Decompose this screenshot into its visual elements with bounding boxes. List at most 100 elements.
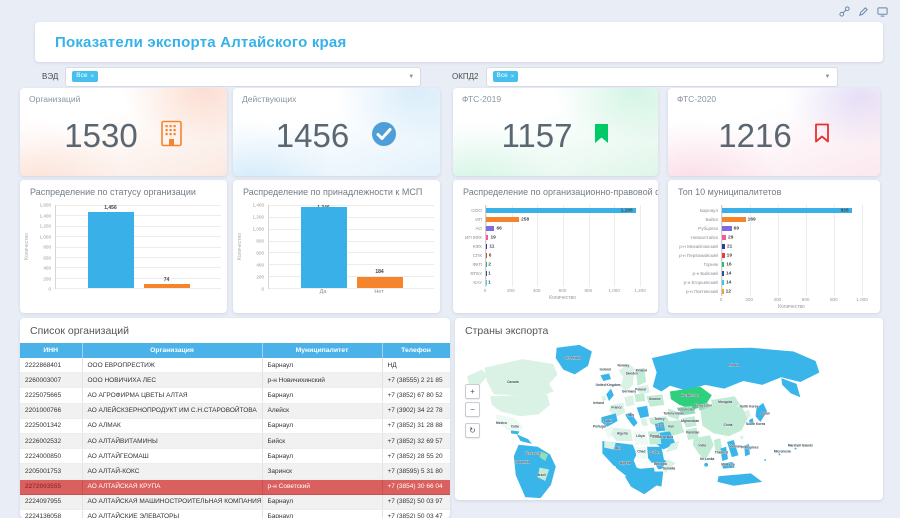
bar[interactable] xyxy=(486,208,636,214)
bar[interactable] xyxy=(722,208,852,214)
country-label: United Kingdom xyxy=(596,383,621,387)
table-row[interactable]: 2225075665АО АГРОФИРМА ЦВЕТЫ АЛТАЯБарнау… xyxy=(20,388,450,403)
bar[interactable] xyxy=(357,277,403,288)
table-row[interactable]: 2226002532АО АЛТАЙВИТАМИНЫБийск+7 (3852)… xyxy=(20,433,450,448)
world-map[interactable]: CanadaGreenlandIcelandNorwaySwedenFinlan… xyxy=(455,342,883,500)
y-axis-title: Количество xyxy=(24,205,33,289)
bar[interactable] xyxy=(486,226,494,232)
country-label: Ethiopia xyxy=(654,462,667,466)
y-axis-title: Количество xyxy=(237,205,246,289)
bar[interactable] xyxy=(88,212,134,288)
y-axis-ticks: 1,6001,4001,2001,0008006004002000 xyxy=(33,205,55,289)
bar[interactable] xyxy=(722,235,726,241)
map-zoom-in-button[interactable]: + xyxy=(465,384,480,399)
table-row[interactable]: 2224136058АО АЛТАЙСКИЕ ЭЛЕВАТОРЫБарнаул+… xyxy=(20,509,450,518)
filter-ved-select[interactable]: Все × ▼ xyxy=(65,67,421,87)
bar-value-label: 69 xyxy=(734,226,739,231)
table-row[interactable]: 2224097955АО АЛТАЙСКАЯ МАШИНОСТРОИТЕЛЬНА… xyxy=(20,494,450,509)
category-labels: ОООИПАОИП КФХКФХСПКФКПФГБУКАУ xyxy=(459,205,485,287)
organizations-table-card: Список организаций ИННОрганизацияМуницип… xyxy=(20,318,450,518)
bar[interactable] xyxy=(486,244,487,250)
bar[interactable] xyxy=(722,244,725,250)
tv-mode-icon[interactable] xyxy=(877,4,888,22)
x-axis-ticks: 02004006008001,0001,200 xyxy=(485,287,640,295)
map-zoom-out-button[interactable]: − xyxy=(465,402,480,417)
map-reset-button[interactable]: ↻ xyxy=(465,423,480,438)
bar[interactable] xyxy=(722,280,724,286)
bar-value-label: 11 xyxy=(489,244,494,249)
category-label: ИП xyxy=(459,215,485,224)
table-title: Список организаций xyxy=(20,318,450,343)
table-cell: +7 (3854) 30 66 04 xyxy=(382,479,450,494)
country-label: Colombia xyxy=(515,460,530,464)
category-label: Новоалтайск xyxy=(674,233,721,242)
table-cell: 2260003007 xyxy=(20,373,82,388)
table-row[interactable]: 2225001342АО АЛМАКБарнаул+7 (3852) 31 28… xyxy=(20,418,450,433)
table-cell: Барнаул xyxy=(262,449,382,464)
chevron-down-icon[interactable]: ▼ xyxy=(408,74,414,80)
country-label: Spain xyxy=(604,419,613,423)
country-label: Sudan xyxy=(650,450,660,454)
bar[interactable] xyxy=(144,284,190,288)
table-row[interactable]: 2201000766АО АЛЕЙСКЗЕРНОПРОДУКТ ИМ С.Н.С… xyxy=(20,403,450,418)
filter-chip[interactable]: Все × xyxy=(493,71,519,82)
bar[interactable] xyxy=(722,271,724,277)
plot-area: 1,346184 xyxy=(268,205,434,289)
edit-pencil-icon[interactable] xyxy=(858,4,869,22)
chart-msp-card: Распределение по принадлежности к МСП Ко… xyxy=(233,180,440,313)
bar[interactable] xyxy=(722,262,724,268)
kpi-value: 1216 xyxy=(718,117,791,155)
table-cell: +7 (3852) 50 03 47 xyxy=(382,509,450,518)
table-column-header[interactable]: Организация xyxy=(82,343,262,358)
filter-chip[interactable]: Все × xyxy=(72,71,98,82)
category-label: КФХ xyxy=(459,242,485,251)
kpi-label: ФТС-2020 xyxy=(677,94,716,104)
table-cell: 2224097955 xyxy=(20,494,82,509)
export-countries-map-card: Страны экспорта +−↻ xyxy=(455,318,883,500)
check-circle-icon xyxy=(371,121,397,152)
category-label: р-н Бийский xyxy=(674,269,721,278)
table-cell: АО АЛТАЙСКИЕ ЭЛЕВАТОРЫ xyxy=(82,509,262,518)
bar-value-label: 66 xyxy=(496,226,501,231)
country-label: Portugal xyxy=(593,425,606,429)
chip-close-icon[interactable]: × xyxy=(90,74,94,80)
table-cell: р-н Новичихинский xyxy=(262,373,382,388)
x-axis-label: Да xyxy=(300,289,346,299)
table-cell: +7 (3902) 34 22 78 xyxy=(382,403,450,418)
table-cell: Барнаул xyxy=(262,388,382,403)
table-cell: Бийск xyxy=(262,433,382,448)
country-label: Afghanistan xyxy=(681,419,700,423)
x-axis-title: Количество xyxy=(485,295,640,303)
table-row[interactable]: 2260003007ООО НОВИЧИХА ЛЕСр-н Новичихинс… xyxy=(20,373,450,388)
country-label: Japan xyxy=(760,411,769,415)
country-label: South Korea xyxy=(746,422,765,426)
table-row[interactable]: 2272003555АО АЛТАЙСКАЯ КРУПАр-н Советски… xyxy=(20,479,450,494)
bar[interactable] xyxy=(722,217,746,223)
table-column-header[interactable]: ИНН xyxy=(20,343,82,358)
bar[interactable] xyxy=(486,253,487,259)
filter-okpd2-select[interactable]: Все × ▼ xyxy=(486,67,838,87)
table-column-header[interactable]: Телефон xyxy=(382,343,450,358)
table-row[interactable]: 2224000850АО АЛТАЙГЕОМАШБарнаул+7 (3852)… xyxy=(20,449,450,464)
bar[interactable] xyxy=(722,226,732,232)
table-cell: 2225075665 xyxy=(20,388,82,403)
connections-icon[interactable] xyxy=(839,4,850,22)
chip-close-icon[interactable]: × xyxy=(511,74,515,80)
table-row[interactable]: 2222868401ООО ЕВРОПРЕСТИЖБарнаулНД xyxy=(20,358,450,373)
bar[interactable] xyxy=(486,235,488,241)
bar[interactable] xyxy=(301,207,347,288)
kpi-card-organizations: Организаций 1530 xyxy=(20,88,227,176)
bar-value-label: 19 xyxy=(490,235,495,240)
bar[interactable] xyxy=(486,217,519,223)
country-label: Micronesia xyxy=(774,449,791,453)
table-row[interactable]: 2205001753АО АЛТАЙ-КОКСЗаринск+7 (38595)… xyxy=(20,464,450,479)
bar[interactable] xyxy=(722,253,725,259)
table-header-row: ИННОрганизацияМуниципалитетТелефон xyxy=(20,343,450,358)
table-cell: 2226002532 xyxy=(20,433,82,448)
bar-value-label: 14 xyxy=(726,271,731,276)
bar[interactable] xyxy=(722,289,724,295)
table-column-header[interactable]: Муниципалитет xyxy=(262,343,382,358)
filter-ved: ВЭД Все × ▼ xyxy=(42,66,421,87)
bar-value-label: 258 xyxy=(521,217,529,222)
chevron-down-icon[interactable]: ▼ xyxy=(825,74,831,80)
